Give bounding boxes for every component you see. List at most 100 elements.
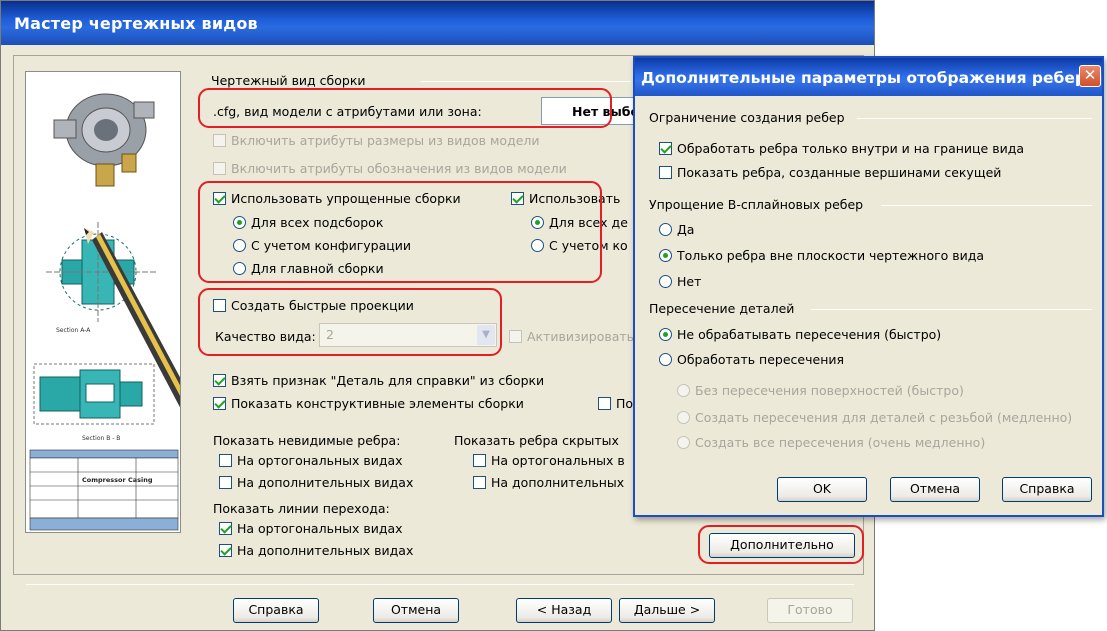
cb-hidden2-ortho[interactable]: На ортогональных в <box>473 453 625 469</box>
transition-lines-label: Показать линии перехода: <box>213 501 390 516</box>
cb-inside-edges[interactable]: Обработать ребра только внутри и на гран… <box>659 141 1024 157</box>
radio-selected-icon[interactable] <box>659 249 672 262</box>
rb-yes-label: Да <box>677 222 695 237</box>
cb-ref-part-label: Взять признак "Деталь для справки" из сб… <box>231 373 545 388</box>
finish-button: Готово <box>767 598 853 623</box>
cb-dim-attrs-label: Включить атрибуты размеры из видов модел… <box>231 133 540 148</box>
dialog-title-bar[interactable]: Дополнительные параметры отображения реб… <box>635 58 1102 96</box>
cb-ref-part[interactable]: Взять признак "Деталь для справки" из сб… <box>213 373 544 389</box>
rb-all-intersections[interactable]: Создать все пересечения (очень медленно) <box>677 435 985 451</box>
cb-show-features-label: Показать конструктивные элементы сборки <box>231 396 524 411</box>
wizard-title-bar[interactable]: Мастер чертежных видов <box>1 1 874 45</box>
radio-selected-icon[interactable] <box>659 328 672 341</box>
cb-inside-label: Обработать ребра только внутри и на гран… <box>677 141 1024 156</box>
radio-icon[interactable] <box>677 436 690 449</box>
dialog-title: Дополнительные параметры отображения реб… <box>641 69 1086 87</box>
group-divider <box>857 118 1092 119</box>
cb-trans-ortho-label: На ортогональных видах <box>237 521 403 536</box>
group-divider <box>421 81 631 82</box>
group-divider <box>881 205 1092 206</box>
cb-activate-label: Активизировать <box>527 329 635 344</box>
rb-no-process-label: Не обрабатывать пересечения (быстро) <box>677 327 942 342</box>
radio-icon[interactable] <box>677 411 690 424</box>
checkbox-checked-icon[interactable] <box>219 544 232 557</box>
dialog-help-button[interactable]: Справка <box>1002 477 1092 502</box>
checkbox-icon[interactable] <box>473 476 486 489</box>
rb-no-surface[interactable]: Без пересечения поверхностей (быстро) <box>677 383 964 399</box>
section-a-label: Section A-A <box>56 327 91 334</box>
cb-hidden2-aux-label: На дополнительных <box>491 475 625 490</box>
rb-no[interactable]: Нет <box>659 274 701 290</box>
cb-p-label: По <box>616 396 634 411</box>
cb-note-attrs[interactable]: Включить атрибуты обозначения из видов м… <box>213 161 567 177</box>
edges-options-dialog: Дополнительные параметры отображения реб… <box>633 56 1104 517</box>
highlight-fast-projections <box>198 288 502 356</box>
group-divider <box>811 309 1092 310</box>
radio-icon[interactable] <box>659 353 672 366</box>
cancel-button[interactable]: Отмена <box>373 598 459 623</box>
radio-icon[interactable] <box>677 384 690 397</box>
back-button[interactable]: < Назад <box>516 598 612 623</box>
cb-p[interactable]: По <box>598 396 633 412</box>
intersect-group-label: Пересечение деталей <box>649 301 795 316</box>
rb-no-surface-label: Без пересечения поверхностей (быстро) <box>695 383 964 398</box>
checkbox-checked-icon[interactable] <box>213 397 226 410</box>
dialog-cancel-button[interactable]: Отмена <box>890 477 980 502</box>
checkbox-icon[interactable] <box>213 162 226 175</box>
cb-dim-attrs[interactable]: Включить атрибуты размеры из видов модел… <box>213 133 540 149</box>
cb-section-edges[interactable]: Показать ребра, созданные вершинами секу… <box>659 165 1001 181</box>
bspline-group-label: Упрощение B-сплайновых ребер <box>649 197 864 212</box>
rb-yes[interactable]: Да <box>659 222 694 238</box>
highlight-simplified <box>198 181 602 283</box>
rb-no-label: Нет <box>677 274 702 289</box>
checkbox-icon[interactable] <box>219 454 232 467</box>
drawing-preview-graphic: Section A-A Section B - B Compressor Cas… <box>26 72 180 532</box>
footer-divider <box>26 584 854 585</box>
title-block-caption: Compressor Casing <box>82 476 153 484</box>
checkbox-icon[interactable] <box>213 134 226 147</box>
checkbox-checked-icon[interactable] <box>659 142 672 155</box>
cb-hidden2-aux[interactable]: На дополнительных <box>473 475 624 491</box>
rb-outside-label: Только ребра вне плоскости чертежного ви… <box>677 248 985 263</box>
checkbox-icon[interactable] <box>219 476 232 489</box>
assembly-group-label: Чертежный вид сборки <box>211 73 366 88</box>
wizard-title: Мастер чертежных видов <box>14 14 258 33</box>
ok-button[interactable]: OK <box>777 477 867 502</box>
rb-no-process[interactable]: Не обрабатывать пересечения (быстро) <box>659 327 941 343</box>
checkbox-icon[interactable] <box>473 454 486 467</box>
rb-thread[interactable]: Создать пересечения для деталей с резьбо… <box>677 410 1072 426</box>
checkbox-checked-icon[interactable] <box>213 374 226 387</box>
hidden2-edges-label: Показать ребра скрытых <box>454 433 619 448</box>
section-b-label: Section B - B <box>82 435 120 442</box>
cb-trans-ortho[interactable]: На ортогональных видах <box>219 521 403 537</box>
title-block <box>29 449 179 531</box>
highlight-cfg <box>198 88 612 128</box>
rb-process[interactable]: Обработать пересечения <box>659 352 844 368</box>
checkbox-icon[interactable] <box>598 397 611 410</box>
cb-hidden-aux-label: На дополнительных видах <box>237 475 414 490</box>
radio-icon[interactable] <box>659 275 672 288</box>
cb-note-attrs-label: Включить атрибуты обозначения из видов м… <box>231 161 567 176</box>
radio-icon[interactable] <box>659 223 672 236</box>
limit-group-label: Ограничение создания ребер <box>649 110 845 125</box>
close-icon[interactable]: ✕ <box>1079 65 1101 87</box>
help-button[interactable]: Справка <box>233 598 319 623</box>
cb-show-features[interactable]: Показать конструктивные элементы сборки <box>213 396 524 412</box>
cb-hidden-ortho-label: На ортогональных видах <box>237 453 403 468</box>
next-button[interactable]: Дальше > <box>619 598 715 623</box>
highlight-more-button <box>698 525 864 564</box>
cb-hidden-ortho[interactable]: На ортогональных видах <box>219 453 403 469</box>
checkbox-checked-icon[interactable] <box>219 522 232 535</box>
cb-trans-aux-label: На дополнительных видах <box>237 543 414 558</box>
rb-thread-label: Создать пересечения для деталей с резьбо… <box>695 410 1073 425</box>
cb-activate[interactable]: Активизировать <box>509 329 634 345</box>
cb-trans-aux[interactable]: На дополнительных видах <box>219 543 413 559</box>
cb-hidden-aux[interactable]: На дополнительных видах <box>219 475 413 491</box>
rb-all-label: Создать все пересечения (очень медленно) <box>695 435 986 450</box>
checkbox-icon[interactable] <box>509 330 522 343</box>
checkbox-icon[interactable] <box>659 166 672 179</box>
rb-outside-plane[interactable]: Только ребра вне плоскости чертежного ви… <box>659 248 984 264</box>
cb-hidden2-ortho-label: На ортогональных в <box>491 453 625 468</box>
hidden-edges-label: Показать невидимые ребра: <box>213 433 401 448</box>
rb-process-label: Обработать пересечения <box>677 352 845 367</box>
